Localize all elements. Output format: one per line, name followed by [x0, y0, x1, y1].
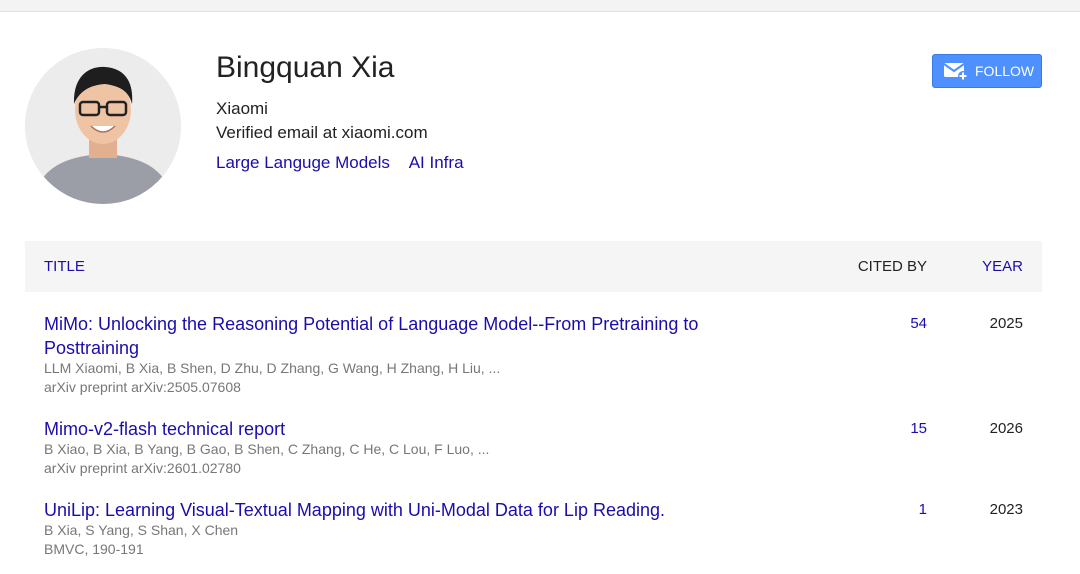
top-bar: [0, 0, 1080, 12]
column-header-cited-by: CITED BY: [857, 258, 927, 275]
follow-button[interactable]: FOLLOW: [932, 54, 1042, 88]
publication-venue: arXiv preprint arXiv:2505.07608: [44, 379, 241, 395]
publication-authors: B Xiao, B Xia, B Yang, B Gao, B Shen, C …: [44, 441, 490, 457]
mail-plus-icon: [943, 60, 969, 82]
profile-affiliation: Xiaomi: [216, 99, 268, 118]
publication-year: 2026: [989, 420, 1023, 437]
publication-year: 2025: [989, 315, 1023, 332]
column-header-year[interactable]: YEAR: [982, 258, 1023, 275]
publication-title[interactable]: UniLip: Learning Visual-Textual Mapping …: [44, 498, 774, 522]
publication-authors: LLM Xiaomi, B Xia, B Shen, D Zhu, D Zhan…: [44, 360, 501, 376]
profile-photo: [25, 48, 181, 204]
table-header: TITLE CITED BY YEAR: [25, 241, 1042, 292]
cited-by-count[interactable]: 15: [910, 420, 927, 437]
publication-title[interactable]: MiMo: Unlocking the Reasoning Potential …: [44, 312, 774, 360]
publication-authors: B Xia, S Yang, S Shan, X Chen: [44, 522, 239, 538]
research-interests: Large Languge Models AI Infra: [216, 153, 479, 173]
interest-link[interactable]: Large Languge Models: [216, 153, 390, 172]
avatar: [25, 48, 181, 204]
column-header-title[interactable]: TITLE: [44, 258, 85, 275]
interest-link[interactable]: AI Infra: [409, 153, 464, 172]
cited-by-count[interactable]: 1: [919, 501, 927, 518]
publication-venue: BMVC, 190-191: [44, 541, 144, 557]
profile-name: Bingquan Xia: [216, 51, 395, 84]
follow-label: FOLLOW: [975, 63, 1035, 79]
cited-by-count[interactable]: 54: [910, 315, 927, 332]
publication-title[interactable]: Mimo-v2-flash technical report: [44, 417, 774, 441]
publication-venue: arXiv preprint arXiv:2601.02780: [44, 460, 241, 476]
profile-email: Verified email at xiaomi.com: [216, 123, 428, 142]
publication-year: 2023: [989, 501, 1023, 518]
